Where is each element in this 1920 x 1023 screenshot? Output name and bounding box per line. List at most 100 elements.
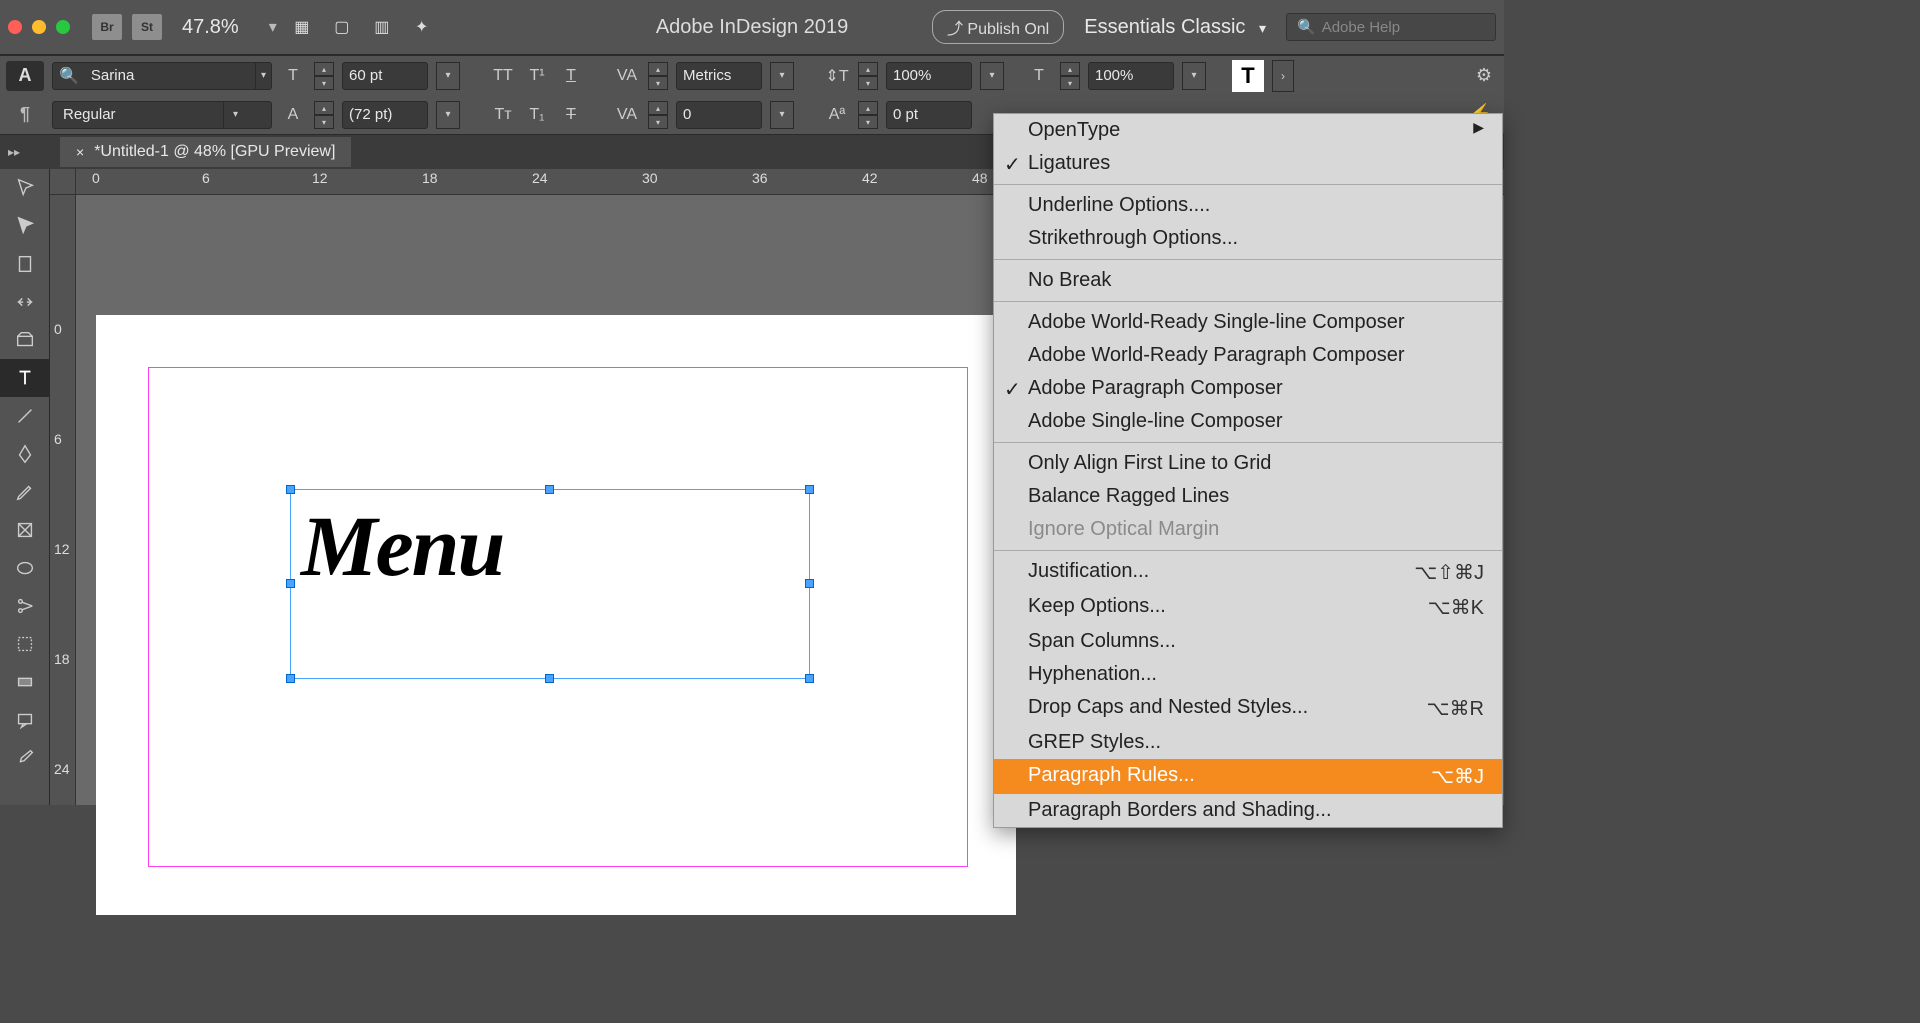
menu-item[interactable]: Strikethrough Options... [994, 222, 1502, 255]
menu-item[interactable]: Hyphenation... [994, 658, 1502, 691]
strikethrough-button[interactable]: T [558, 102, 584, 128]
resize-handle-top-middle[interactable] [545, 485, 554, 494]
font-family-input[interactable] [85, 67, 255, 84]
pen-tool[interactable] [0, 435, 50, 473]
font-family-dropdown-icon[interactable]: ▾ [255, 62, 271, 90]
gap-tool[interactable] [0, 283, 50, 321]
menu-item[interactable]: GREP Styles... [994, 726, 1502, 759]
gradient-swatch-tool[interactable] [0, 663, 50, 701]
resize-handle-middle-left[interactable] [286, 579, 295, 588]
font-style-dropdown-icon[interactable]: ▾ [223, 101, 247, 129]
menu-item[interactable]: Paragraph Borders and Shading... [994, 794, 1502, 827]
all-caps-button[interactable]: TT [490, 63, 516, 89]
menu-item[interactable]: Span Columns... [994, 625, 1502, 658]
direct-selection-tool[interactable] [0, 207, 50, 245]
workspace-switcher[interactable]: Essentials Classic ▾ [1084, 16, 1266, 39]
resize-handle-top-right[interactable] [805, 485, 814, 494]
menu-item[interactable]: ✓Ligatures [994, 147, 1502, 180]
close-window-button[interactable] [8, 20, 22, 34]
text-content[interactable]: Menu [291, 490, 809, 602]
kerning-dropdown-icon[interactable]: ▾ [770, 62, 794, 90]
resize-handle-bottom-left[interactable] [286, 674, 295, 683]
vertical-ruler[interactable]: 06121824 [50, 195, 76, 805]
leading-stepper[interactable]: ▴▾ [314, 101, 334, 129]
kerning-field[interactable] [676, 62, 762, 90]
zoom-dropdown-icon[interactable]: ▾ [269, 17, 277, 37]
paragraph-mode-button[interactable]: ¶ [6, 100, 44, 130]
font-size-input[interactable] [343, 67, 415, 84]
superscript-button[interactable]: T¹ [524, 63, 550, 89]
baseline-shift-input[interactable] [887, 106, 959, 123]
kerning-input[interactable] [677, 67, 749, 84]
menu-item[interactable]: Underline Options.... [994, 189, 1502, 222]
font-family-field[interactable]: 🔍 ▾ [52, 62, 272, 90]
stock-launcher-button[interactable]: St [132, 14, 162, 40]
menu-item[interactable]: ✓Adobe Paragraph Composer [994, 372, 1502, 405]
menu-item[interactable]: Drop Caps and Nested Styles...⌥⌘R [994, 691, 1502, 726]
font-style-field[interactable]: ▾ [52, 101, 272, 129]
menu-item[interactable]: Adobe Single-line Composer [994, 405, 1502, 438]
expand-panels-icon[interactable]: ▸▸ [0, 145, 60, 159]
menu-item[interactable]: Keep Options...⌥⌘K [994, 590, 1502, 625]
small-caps-button[interactable]: Tᴛ [490, 102, 516, 128]
menu-item[interactable]: Balance Ragged Lines [994, 480, 1502, 513]
horizontal-scale-stepper[interactable]: ▴▾ [1060, 62, 1080, 90]
rectangle-frame-tool[interactable] [0, 511, 50, 549]
document-tab[interactable]: × *Untitled-1 @ 48% [GPU Preview] [60, 137, 351, 167]
character-mode-button[interactable]: A [6, 61, 44, 91]
scissors-tool[interactable] [0, 587, 50, 625]
font-size-stepper[interactable]: ▴▾ [314, 62, 334, 90]
underline-button[interactable]: T [558, 63, 584, 89]
pencil-tool[interactable] [0, 473, 50, 511]
horizontal-scale-dropdown-icon[interactable]: ▾ [1182, 62, 1206, 90]
free-transform-tool[interactable] [0, 625, 50, 663]
menu-item[interactable]: No Break [994, 264, 1502, 297]
resize-handle-middle-right[interactable] [805, 579, 814, 588]
menu-item[interactable]: OpenType▶ [994, 114, 1502, 147]
subscript-button[interactable]: T₁ [524, 102, 550, 128]
style-nav-next-icon[interactable]: › [1272, 60, 1294, 92]
font-size-dropdown-icon[interactable]: ▾ [436, 62, 460, 90]
ellipse-tool[interactable] [0, 549, 50, 587]
menu-item[interactable]: Adobe World-Ready Paragraph Composer [994, 339, 1502, 372]
publish-online-button[interactable]: ⤴ Publish Onl [932, 10, 1064, 44]
font-size-field[interactable] [342, 62, 428, 90]
fill-color-swatch[interactable]: T [1232, 60, 1264, 92]
menu-item[interactable]: Paragraph Rules...⌥⌘J [994, 759, 1502, 794]
text-frame-selected[interactable]: Menu [290, 489, 810, 679]
kerning-stepper[interactable]: ▴▾ [648, 62, 668, 90]
help-search-input[interactable]: 🔍 Adobe Help [1286, 13, 1496, 41]
screen-mode-icon[interactable]: ▢ [327, 14, 357, 40]
leading-field[interactable] [342, 101, 428, 129]
content-collector-tool[interactable] [0, 321, 50, 359]
font-style-input[interactable] [53, 106, 223, 123]
minimize-window-button[interactable] [32, 20, 46, 34]
close-tab-icon[interactable]: × [76, 144, 84, 160]
baseline-shift-stepper[interactable]: ▴▾ [858, 101, 878, 129]
leading-dropdown-icon[interactable]: ▾ [436, 101, 460, 129]
tracking-stepper[interactable]: ▴▾ [648, 101, 668, 129]
view-options-icon[interactable]: ▦ [287, 14, 317, 40]
selection-tool[interactable] [0, 169, 50, 207]
gpu-performance-icon[interactable]: ✦ [407, 14, 437, 40]
resize-handle-top-left[interactable] [286, 485, 295, 494]
menu-item[interactable]: Adobe World-Ready Single-line Composer [994, 306, 1502, 339]
horizontal-scale-field[interactable] [1088, 62, 1174, 90]
arrange-documents-icon[interactable]: ▥ [367, 14, 397, 40]
leading-input[interactable] [343, 106, 415, 123]
tracking-input[interactable] [677, 106, 749, 123]
menu-item[interactable]: Justification...⌥⇧⌘J [994, 555, 1502, 590]
vertical-scale-field[interactable] [886, 62, 972, 90]
control-panel-settings-icon[interactable]: ⚙ [1476, 65, 1492, 86]
zoom-level-display[interactable]: 47.8% [182, 16, 239, 39]
baseline-shift-field[interactable] [886, 101, 972, 129]
ruler-origin[interactable] [50, 169, 76, 195]
resize-handle-bottom-right[interactable] [805, 674, 814, 683]
bridge-launcher-button[interactable]: Br [92, 14, 122, 40]
vertical-scale-dropdown-icon[interactable]: ▾ [980, 62, 1004, 90]
horizontal-scale-input[interactable] [1089, 67, 1161, 84]
note-tool[interactable] [0, 701, 50, 739]
tracking-field[interactable] [676, 101, 762, 129]
maximize-window-button[interactable] [56, 20, 70, 34]
type-tool[interactable] [0, 359, 50, 397]
